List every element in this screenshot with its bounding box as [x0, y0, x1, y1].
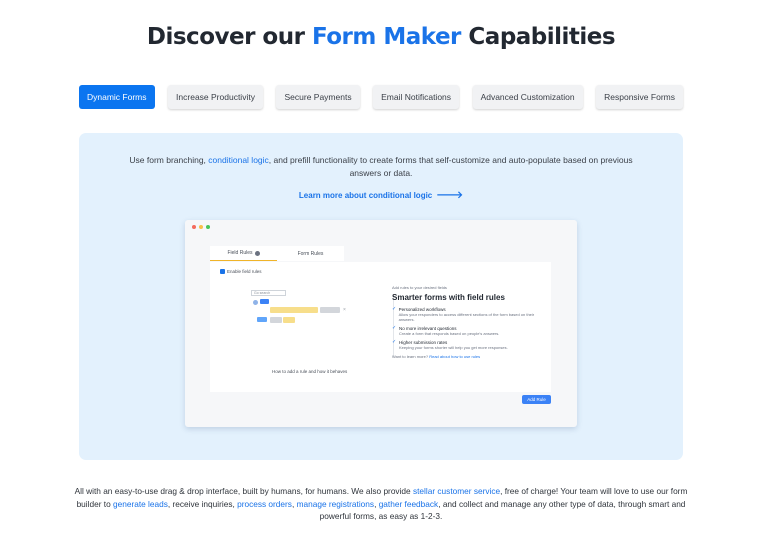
remove-condition-icon[interactable]: ×	[343, 307, 346, 313]
add-rule-button[interactable]: Add Rule	[522, 395, 551, 404]
then-action	[270, 317, 282, 323]
side-title: Smarter forms with field rules	[392, 293, 505, 302]
title-suffix: Capabilities	[460, 24, 616, 50]
conditional-logic-link[interactable]: conditional logic	[208, 155, 268, 165]
feature-panel: Use form branching, conditional logic, a…	[79, 133, 683, 460]
feature-item: ✓ No more irrelevant questions Create a f…	[392, 325, 542, 337]
enable-rules-row[interactable]: Enable field rules	[220, 269, 262, 274]
generate-leads-link[interactable]: generate leads	[113, 499, 168, 509]
product-preview-window: Field Rules Form Rules Enable field rule…	[185, 220, 577, 427]
capability-tabs: Dynamic Forms Increase Productivity Secu…	[79, 85, 683, 109]
footer-text: , receive inquiries,	[167, 498, 238, 509]
gather-feedback-link[interactable]: gather feedback	[379, 499, 439, 509]
rules-card: Enable field rules Go search × How to ad…	[210, 262, 551, 392]
close-dot-icon	[192, 225, 196, 229]
tab-form-rules[interactable]: Form Rules	[277, 246, 344, 261]
side-eyebrow: Add rules to your desired fields	[392, 285, 447, 290]
feature-item: ✓ Personalized workflows Allow your respo…	[392, 306, 542, 323]
field-rules-info: Add rules to your desired fields Smarter…	[392, 285, 542, 359]
info-icon	[254, 250, 260, 256]
window-controls	[192, 225, 210, 229]
panel-description: Use form branching, conditional logic, a…	[119, 154, 643, 179]
field-rules-label: Field Rules	[227, 250, 253, 256]
check-icon: ✓	[392, 339, 397, 345]
if-tag	[260, 299, 269, 304]
tab-responsive-forms[interactable]: Responsive Forms	[596, 85, 683, 109]
customer-service-link[interactable]: stellar customer service	[413, 486, 500, 496]
learn-rules-text: Want to learn more? Read about how to us…	[392, 354, 542, 359]
preview-tabs: Field Rules Form Rules	[210, 246, 344, 261]
check-icon: ✓	[392, 306, 397, 312]
check-icon: ✓	[392, 325, 397, 331]
condition-operator	[320, 307, 340, 313]
intro-text-end: , and prefill functionality to create fo…	[268, 155, 633, 178]
tab-increase-productivity[interactable]: Increase Productivity	[168, 85, 263, 109]
minimize-dot-icon	[199, 225, 203, 229]
page-title: Discover our Form Maker Capabilities	[0, 24, 762, 50]
manage-registrations-link[interactable]: manage registrations	[297, 499, 374, 509]
checkbox-checked-icon[interactable]	[220, 269, 225, 274]
intro-text-start: Use form branching,	[129, 155, 209, 165]
footer-description: All with an easy-to-use drag & drop inte…	[72, 485, 690, 523]
learn-more-label: Learn more about conditional logic	[298, 191, 433, 200]
rule-caption: How to add a rule and how it behaves	[272, 369, 348, 374]
feature-desc: Create a form that responds based on peo…	[399, 331, 500, 336]
feature-desc: Allow your responders to access differen…	[398, 312, 535, 322]
condition-field	[270, 307, 318, 313]
tab-email-notifications[interactable]: Email Notifications	[373, 85, 460, 109]
tab-dynamic-forms[interactable]: Dynamic Forms	[79, 85, 155, 109]
title-prefix: Discover our	[146, 24, 312, 50]
footer-text: All with an easy-to-use drag & drop inte…	[74, 486, 413, 496]
flow-node-icon	[253, 300, 258, 305]
title-accent: Form Maker	[311, 24, 461, 50]
tab-secure-payments[interactable]: Secure Payments	[276, 85, 360, 109]
rules-search-input[interactable]: Go search	[251, 290, 286, 296]
want-text: Want to learn more?	[392, 354, 430, 359]
tab-field-rules[interactable]: Field Rules	[210, 246, 277, 261]
then-target	[283, 317, 295, 323]
maximize-dot-icon	[206, 225, 210, 229]
process-orders-link[interactable]: process orders	[237, 499, 292, 509]
then-tag	[257, 317, 267, 322]
learn-more-link[interactable]: Learn more about conditional logic 🡒	[79, 189, 683, 201]
arrow-right-icon: 🡒	[436, 190, 464, 201]
feature-desc: Keeping your forms shorter will help you…	[399, 345, 508, 350]
enable-rules-label: Enable field rules	[227, 269, 262, 274]
read-rules-link[interactable]: Read about how to use rules	[429, 354, 480, 359]
feature-item: ✓ Higher submission rates Keeping your fo…	[392, 339, 542, 351]
tab-advanced-customization[interactable]: Advanced Customization	[472, 85, 583, 109]
